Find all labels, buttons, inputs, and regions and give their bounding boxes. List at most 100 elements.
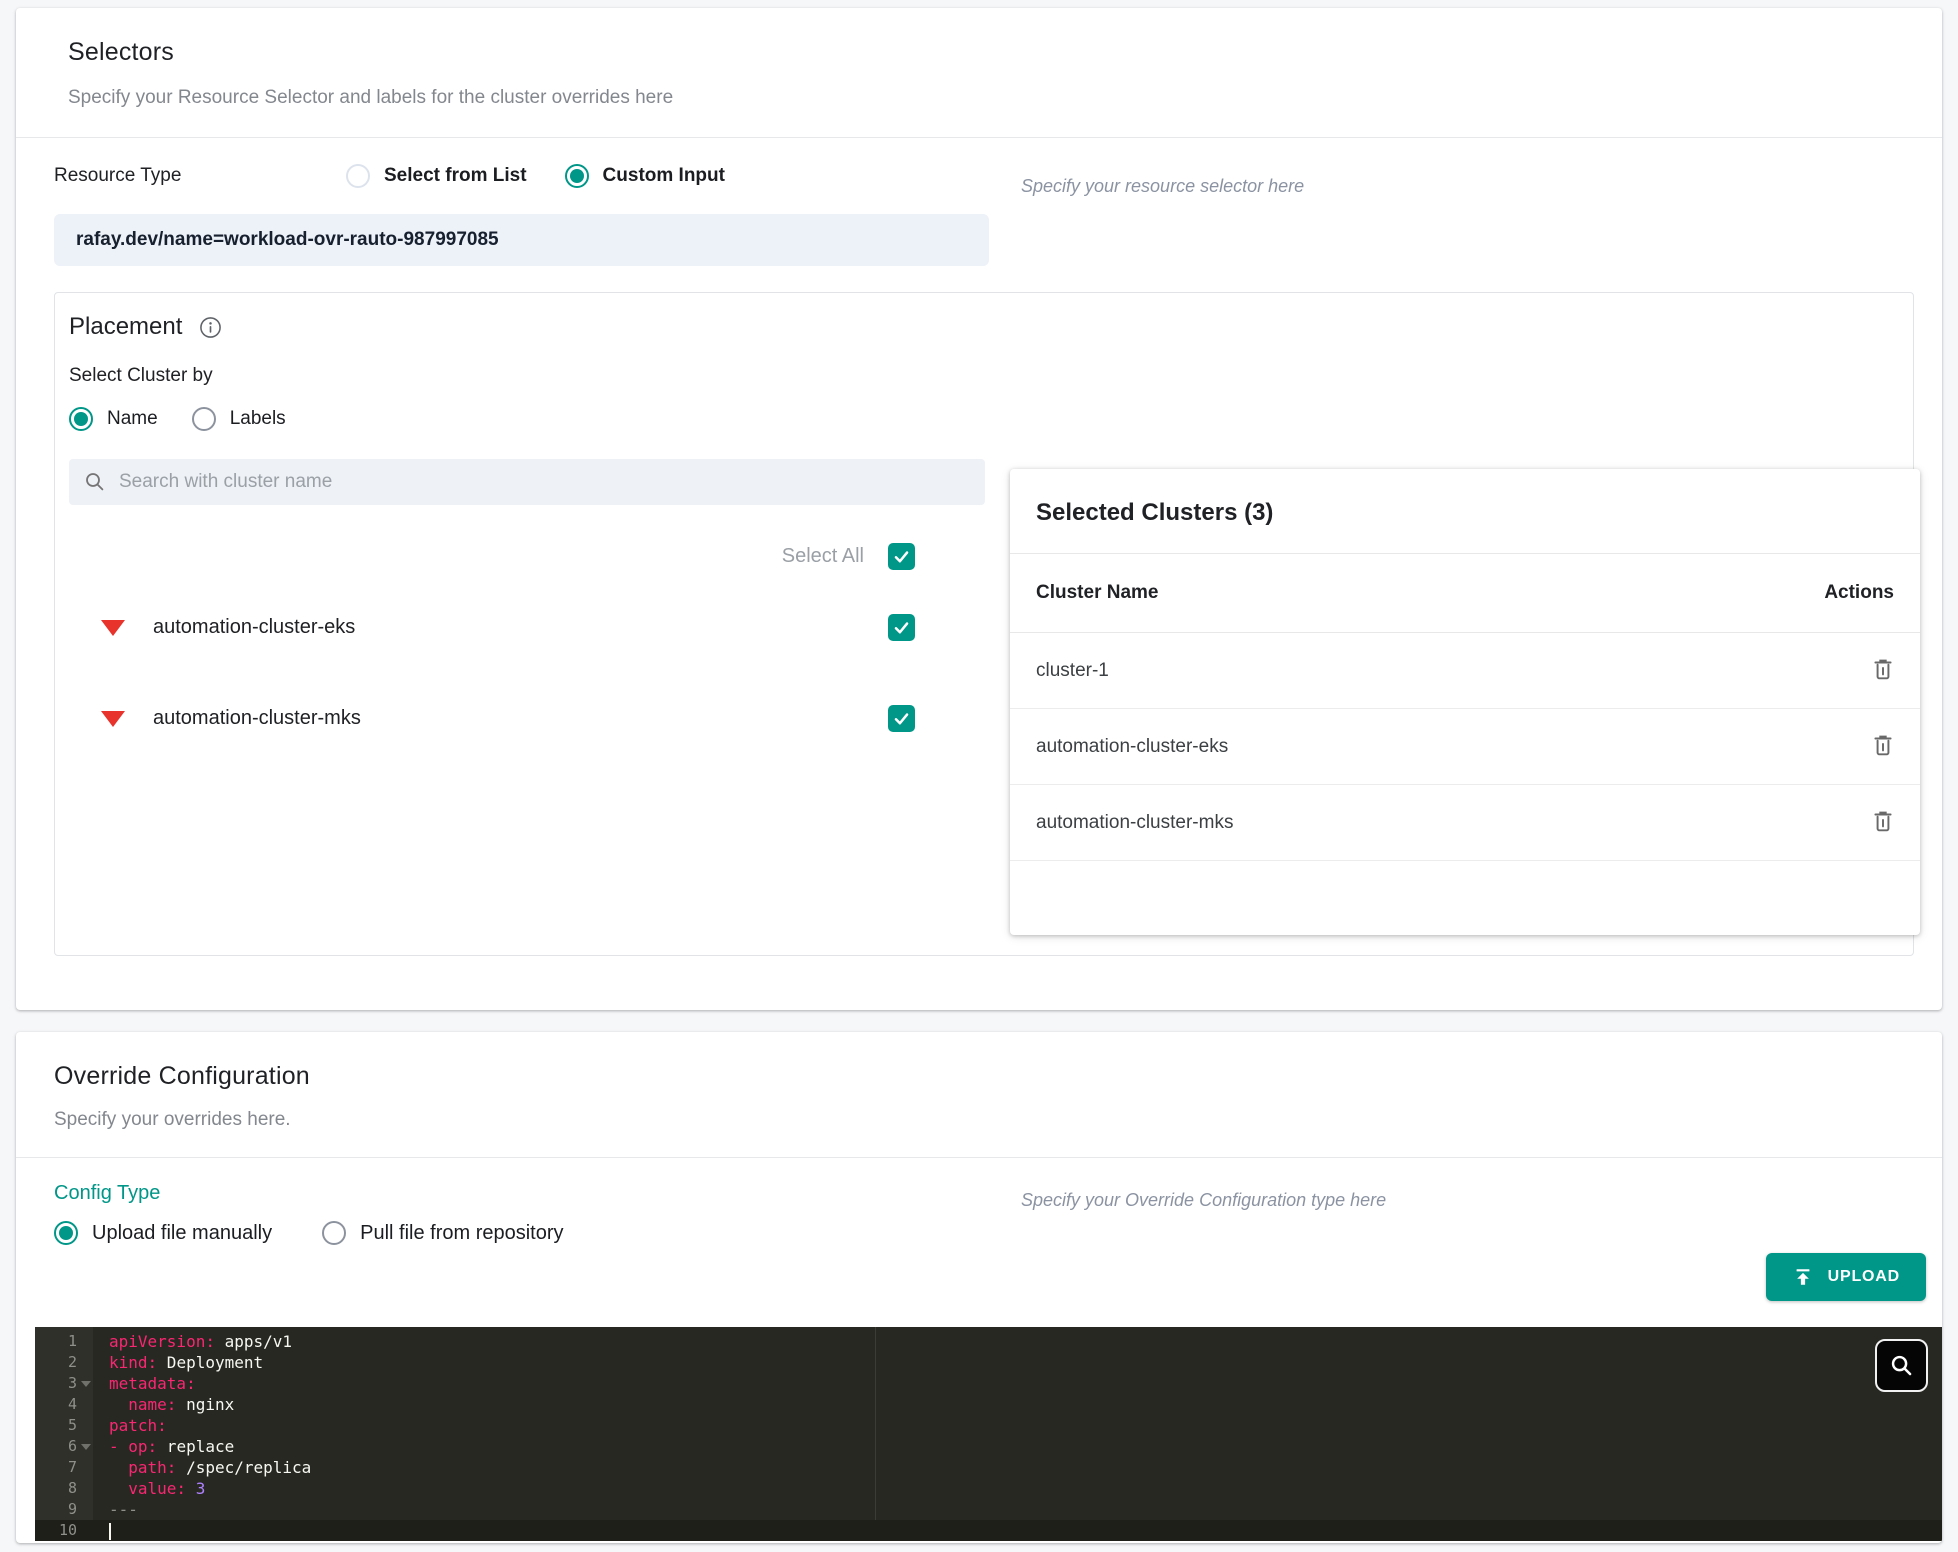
editor-code-line[interactable]: kind: Deployment (109, 1352, 1942, 1373)
selected-clusters-title: Selected Clusters (3) (1010, 469, 1920, 554)
editor-code-line[interactable]: patch: (109, 1415, 1942, 1436)
radio-pull-file-from-repository[interactable]: Pull file from repository (322, 1221, 563, 1245)
editor-code-line[interactable]: - op: replace (109, 1436, 1942, 1457)
select-all-checkbox[interactable] (888, 543, 915, 570)
radio-upload-file-manually[interactable]: Upload file manually (54, 1221, 272, 1245)
editor-code-line[interactable]: name: nginx (109, 1394, 1942, 1415)
editor-line-number: 6 (35, 1436, 93, 1457)
radio-unselected-icon (346, 164, 370, 188)
trash-icon (1870, 732, 1896, 758)
checkmark-icon (892, 618, 911, 637)
editor-line-number: 3 (35, 1373, 93, 1394)
fold-arrow-icon[interactable] (81, 1381, 91, 1387)
editor-code-line[interactable]: value: 3 (109, 1478, 1942, 1499)
selected-cluster-name: automation-cluster-mks (1036, 812, 1233, 834)
code-token: apps/v1 (215, 1332, 292, 1351)
override-configuration-card: Override Configuration Specify your over… (16, 1032, 1942, 1543)
upload-button[interactable]: UPLOAD (1766, 1253, 1926, 1301)
radio-unselected-icon (192, 407, 216, 431)
column-header-cluster-name: Cluster Name (1036, 582, 1159, 604)
code-token: Deployment (157, 1353, 263, 1372)
placement-section: Placement Select Cluster by Name Labels (54, 292, 1914, 956)
code-token: apiVersion: (109, 1332, 215, 1351)
upload-icon (1792, 1266, 1814, 1288)
info-icon[interactable] (198, 315, 223, 340)
table-row: automation-cluster-eks (1010, 709, 1920, 785)
cluster-list-item[interactable]: automation-cluster-eks (69, 614, 915, 641)
delete-cluster-button[interactable] (1866, 804, 1900, 841)
radio-cluster-by-name[interactable]: Name (69, 407, 158, 431)
radio-upload-label: Upload file manually (92, 1222, 272, 1245)
checkmark-icon (892, 547, 911, 566)
fold-arrow-icon[interactable] (81, 1444, 91, 1450)
code-token: - op: (109, 1437, 157, 1456)
delete-cluster-button[interactable] (1866, 652, 1900, 689)
editor-code-line[interactable]: apiVersion: apps/v1 (109, 1331, 1942, 1352)
cluster-search-input[interactable] (119, 471, 971, 493)
resource-type-label: Resource Type (54, 165, 346, 187)
select-all-label: Select All (782, 545, 864, 568)
radio-select-from-list[interactable]: Select from List (346, 164, 527, 188)
radio-pull-label: Pull file from repository (360, 1222, 563, 1245)
editor-code-line[interactable] (93, 1520, 1942, 1541)
red-triangle-status-icon (101, 711, 125, 727)
trash-icon (1870, 656, 1896, 682)
resource-selector-hint: Specify your resource selector here (1021, 176, 1304, 197)
editor-code-line[interactable]: path: /spec/replica (109, 1457, 1942, 1478)
editor-code-line[interactable]: --- (109, 1499, 1942, 1520)
cluster-checkbox[interactable] (888, 705, 915, 732)
magnifier-icon (1888, 1352, 1915, 1379)
radio-selected-icon (54, 1221, 78, 1245)
code-token: path: (128, 1458, 176, 1477)
resource-selector-input-wrap (54, 214, 989, 266)
trash-icon (1870, 808, 1896, 834)
cluster-checkbox[interactable] (888, 614, 915, 641)
code-token: kind: (109, 1353, 157, 1372)
resource-type-section: Resource Type Select from List Custom In… (16, 138, 1942, 266)
code-token: value: (128, 1479, 186, 1498)
code-token: /spec/replica (176, 1458, 311, 1477)
radio-selected-icon (565, 164, 589, 188)
radio-select-from-list-label: Select from List (384, 165, 527, 187)
editor-line-number: 1 (35, 1331, 93, 1352)
editor-gutter: 12345678910 (35, 1327, 93, 1541)
cluster-name: automation-cluster-mks (153, 707, 888, 730)
editor-line-number: 7 (35, 1457, 93, 1478)
editor-search-button[interactable] (1875, 1339, 1928, 1392)
code-token: patch: (109, 1416, 167, 1435)
code-token (186, 1479, 196, 1498)
table-row: automation-cluster-mks (1010, 785, 1920, 861)
red-triangle-status-icon (101, 620, 125, 636)
code-token: replace (157, 1437, 234, 1456)
radio-custom-input[interactable]: Custom Input (565, 164, 725, 188)
editor-line-number: 5 (35, 1415, 93, 1436)
code-token: --- (109, 1500, 138, 1519)
code-token: name: (128, 1395, 176, 1414)
yaml-editor[interactable]: 12345678910 apiVersion: apps/v1kind: Dep… (35, 1327, 1942, 1541)
radio-custom-input-label: Custom Input (603, 165, 725, 187)
config-type-label: Config Type (54, 1182, 1942, 1205)
editor-cursor (109, 1523, 111, 1540)
override-header: Override Configuration Specify your over… (16, 1032, 1942, 1157)
radio-labels-label: Labels (230, 408, 286, 430)
placement-title: Placement (69, 313, 182, 341)
code-token: 3 (196, 1479, 206, 1498)
selected-cluster-name: cluster-1 (1036, 660, 1109, 682)
code-token (109, 1479, 128, 1498)
radio-name-label: Name (107, 408, 158, 430)
cluster-list-item[interactable]: automation-cluster-mks (69, 705, 915, 732)
editor-line-number: 9 (35, 1499, 93, 1520)
selected-clusters-panel: Selected Clusters (3) Cluster Name Actio… (1010, 469, 1920, 935)
delete-cluster-button[interactable] (1866, 728, 1900, 765)
upload-button-label: UPLOAD (1828, 1268, 1900, 1286)
radio-selected-icon (69, 407, 93, 431)
table-row: cluster-1 (1010, 633, 1920, 709)
resource-selector-input[interactable] (76, 229, 967, 251)
selectors-header: Selectors Specify your Resource Selector… (16, 8, 1942, 137)
config-type-hint: Specify your Override Configuration type… (1021, 1190, 1386, 1211)
editor-code-line[interactable]: metadata: (109, 1373, 1942, 1394)
code-token: nginx (176, 1395, 234, 1414)
editor-code: apiVersion: apps/v1kind: Deploymentmetad… (93, 1327, 1942, 1541)
override-title: Override Configuration (54, 1062, 1942, 1091)
radio-cluster-by-labels[interactable]: Labels (192, 407, 286, 431)
